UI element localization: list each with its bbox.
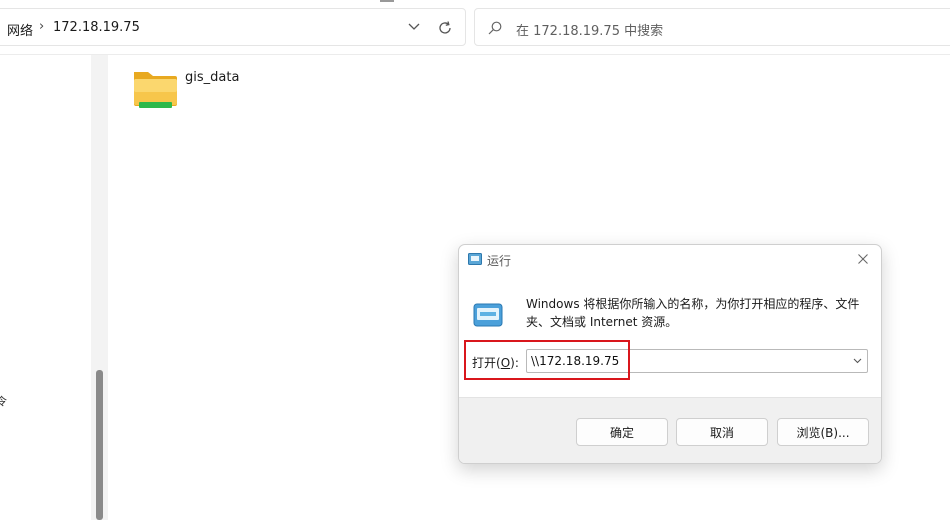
- explorer-toolbar: 网络 › 172.18.19.75 在 172.18.19.75 中搜索: [0, 0, 950, 54]
- dialog-titlebar[interactable]: 运行: [459, 245, 881, 275]
- breadcrumb-host[interactable]: 172.18.19.75: [53, 20, 140, 35]
- breadcrumb-network[interactable]: 网络: [7, 20, 33, 39]
- window-grip-icon: [380, 0, 394, 2]
- file-item-folder[interactable]: gis_data: [130, 66, 250, 112]
- run-program-icon: [473, 303, 503, 327]
- search-placeholder: 在 172.18.19.75 中搜索: [516, 24, 664, 39]
- nav-scrollbar-thumb[interactable]: [96, 370, 103, 520]
- dropdown-chevron-icon[interactable]: [853, 358, 862, 364]
- navigation-pane: 令: [0, 55, 108, 520]
- breadcrumb-separator: ›: [39, 19, 45, 34]
- dialog-description: Windows 将根据你所输入的名称，为你打开相应的程序、文件夹、文档或 Int…: [526, 297, 860, 329]
- ok-button[interactable]: 确定: [576, 418, 668, 446]
- close-icon[interactable]: [857, 253, 869, 265]
- toolbar-divider: [0, 54, 950, 55]
- browse-button[interactable]: 浏览(B)...: [777, 418, 869, 446]
- search-icon: [488, 21, 502, 35]
- address-bar[interactable]: 网络 › 172.18.19.75: [0, 8, 466, 46]
- refresh-icon[interactable]: [437, 20, 453, 36]
- dialog-button-bar: 确定 取消 浏览(B)...: [459, 397, 881, 463]
- folder-name[interactable]: gis_data: [185, 70, 239, 85]
- cancel-button[interactable]: 取消: [676, 418, 768, 446]
- dialog-title: 运行: [487, 254, 512, 268]
- run-dialog: 运行 Windows 将根据你所输入的名称，为你打开相应的程序、文件夹、文档或 …: [458, 244, 882, 464]
- run-app-icon: [468, 253, 482, 265]
- red-highlight-box: [464, 340, 630, 380]
- search-box[interactable]: 在 172.18.19.75 中搜索: [474, 8, 950, 46]
- folder-icon: [134, 72, 177, 108]
- nav-item-stub[interactable]: 令: [0, 393, 7, 409]
- chevron-down-icon[interactable]: [407, 22, 421, 32]
